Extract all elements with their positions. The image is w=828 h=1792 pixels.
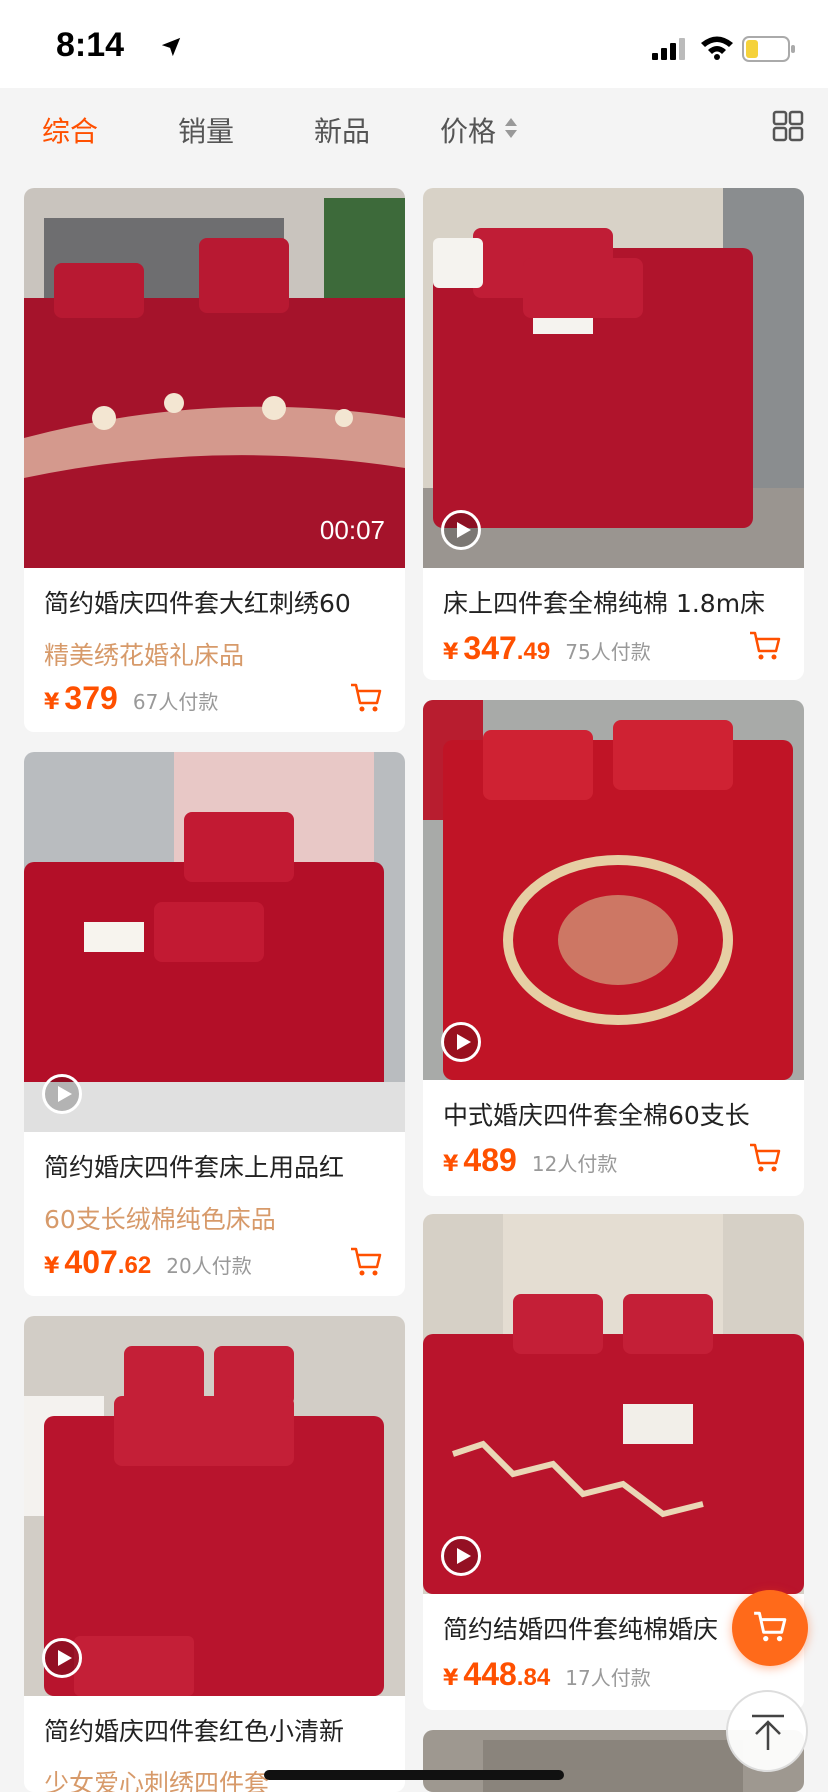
- price-row: ¥ 448.84 17人付款: [443, 1656, 651, 1696]
- tab-comprehensive[interactable]: 综合: [42, 110, 98, 150]
- product-subtitle: 少女爱心刺绣四件套: [44, 1769, 270, 1792]
- product-title[interactable]: 简约婚庆四件套床上用品红: [44, 1148, 394, 1184]
- price-decimal: .62: [117, 1252, 152, 1279]
- tab-price[interactable]: 价格: [440, 110, 496, 150]
- price-row: ¥ 407.62 20人付款: [44, 1244, 252, 1284]
- product-title[interactable]: 简约婚庆四件套大红刺绣60: [44, 584, 394, 620]
- currency-symbol: ¥: [443, 1152, 459, 1177]
- product-card[interactable]: 00:07 简约婚庆四件套大红刺绣60 精美绣花婚礼床品 ¥ 379 67人付款: [24, 188, 405, 732]
- product-title[interactable]: 中式婚庆四件套全棉60支长: [443, 1096, 793, 1132]
- currency-symbol: ¥: [443, 1666, 459, 1691]
- product-image[interactable]: [423, 700, 804, 1080]
- play-video-icon[interactable]: [42, 1074, 82, 1114]
- product-image[interactable]: [24, 1316, 405, 1696]
- battery-icon: [742, 36, 795, 62]
- cart-icon: [754, 1611, 787, 1642]
- product-title[interactable]: 简约婚庆四件套红色小清新: [44, 1712, 394, 1748]
- price-decimal: .49: [516, 638, 551, 665]
- currency-symbol: ¥: [44, 1254, 60, 1279]
- play-video-icon[interactable]: [441, 1536, 481, 1576]
- play-video-icon[interactable]: [441, 510, 481, 550]
- currency-symbol: ¥: [443, 640, 459, 665]
- product-title[interactable]: 床上四件套全棉纯棉 1.8m床: [443, 584, 793, 620]
- sort-arrows-icon[interactable]: [504, 116, 518, 140]
- price-integer: 379: [64, 680, 118, 716]
- price-integer: 347: [463, 630, 517, 666]
- currency-symbol: ¥: [44, 690, 60, 715]
- product-image[interactable]: [423, 188, 804, 568]
- add-to-cart-icon[interactable]: [748, 630, 782, 662]
- product-card[interactable]: 中式婚庆四件套全棉60支长 ¥ 489 12人付款: [423, 700, 804, 1196]
- arrow-up-icon: [752, 1714, 784, 1750]
- product-subtitle: 精美绣花婚礼床品: [44, 641, 245, 670]
- sold-count: 67人付款: [132, 690, 219, 714]
- product-card[interactable]: 简约婚庆四件套床上用品红 60支长绒棉纯色床品 ¥ 407.62 20人付款: [24, 752, 405, 1296]
- price-row: ¥ 379 67人付款: [44, 680, 218, 720]
- play-video-icon[interactable]: [441, 1022, 481, 1062]
- product-image[interactable]: [24, 752, 405, 1132]
- play-video-icon[interactable]: [42, 1638, 82, 1678]
- product-image[interactable]: 00:07: [24, 188, 405, 568]
- grid-view-icon[interactable]: [772, 110, 804, 142]
- tab-new[interactable]: 新品: [314, 110, 370, 150]
- price-integer: 448: [463, 1656, 517, 1692]
- tab-sales[interactable]: 销量: [178, 110, 234, 150]
- price-row: ¥ 347.49 75人付款: [443, 630, 651, 670]
- location-arrow-icon: [161, 37, 181, 57]
- price-integer: 489: [463, 1142, 517, 1178]
- status-bar: 8:14: [0, 0, 828, 88]
- cellular-signal-icon: [652, 38, 685, 60]
- wifi-icon: [701, 36, 733, 60]
- price-row: ¥ 489 12人付款: [443, 1142, 617, 1182]
- price-decimal: .84: [516, 1664, 551, 1691]
- sold-count: 75人付款: [565, 640, 651, 664]
- sold-count: 20人付款: [166, 1254, 252, 1278]
- add-to-cart-icon[interactable]: [349, 682, 383, 714]
- product-card[interactable]: 床上四件套全棉纯棉 1.8m床 ¥ 347.49 75人付款: [423, 188, 804, 680]
- product-image[interactable]: [423, 1214, 804, 1594]
- home-indicator: [264, 1770, 564, 1780]
- status-time: 8:14: [56, 26, 125, 64]
- price-integer: 407: [64, 1244, 118, 1280]
- sort-tabs: 综合 销量 新品 价格: [0, 88, 828, 172]
- video-duration: 00:07: [319, 515, 385, 545]
- product-subtitle: 60支长绒棉纯色床品: [44, 1205, 276, 1234]
- sold-count: 17人付款: [565, 1666, 651, 1690]
- sold-count: 12人付款: [531, 1152, 618, 1176]
- add-to-cart-icon[interactable]: [748, 1142, 782, 1174]
- product-card[interactable]: 简约婚庆四件套红色小清新 少女爱心刺绣四件套: [24, 1316, 405, 1792]
- back-to-top-button[interactable]: [726, 1690, 808, 1772]
- floating-cart-button[interactable]: [732, 1590, 808, 1666]
- add-to-cart-icon[interactable]: [349, 1246, 383, 1278]
